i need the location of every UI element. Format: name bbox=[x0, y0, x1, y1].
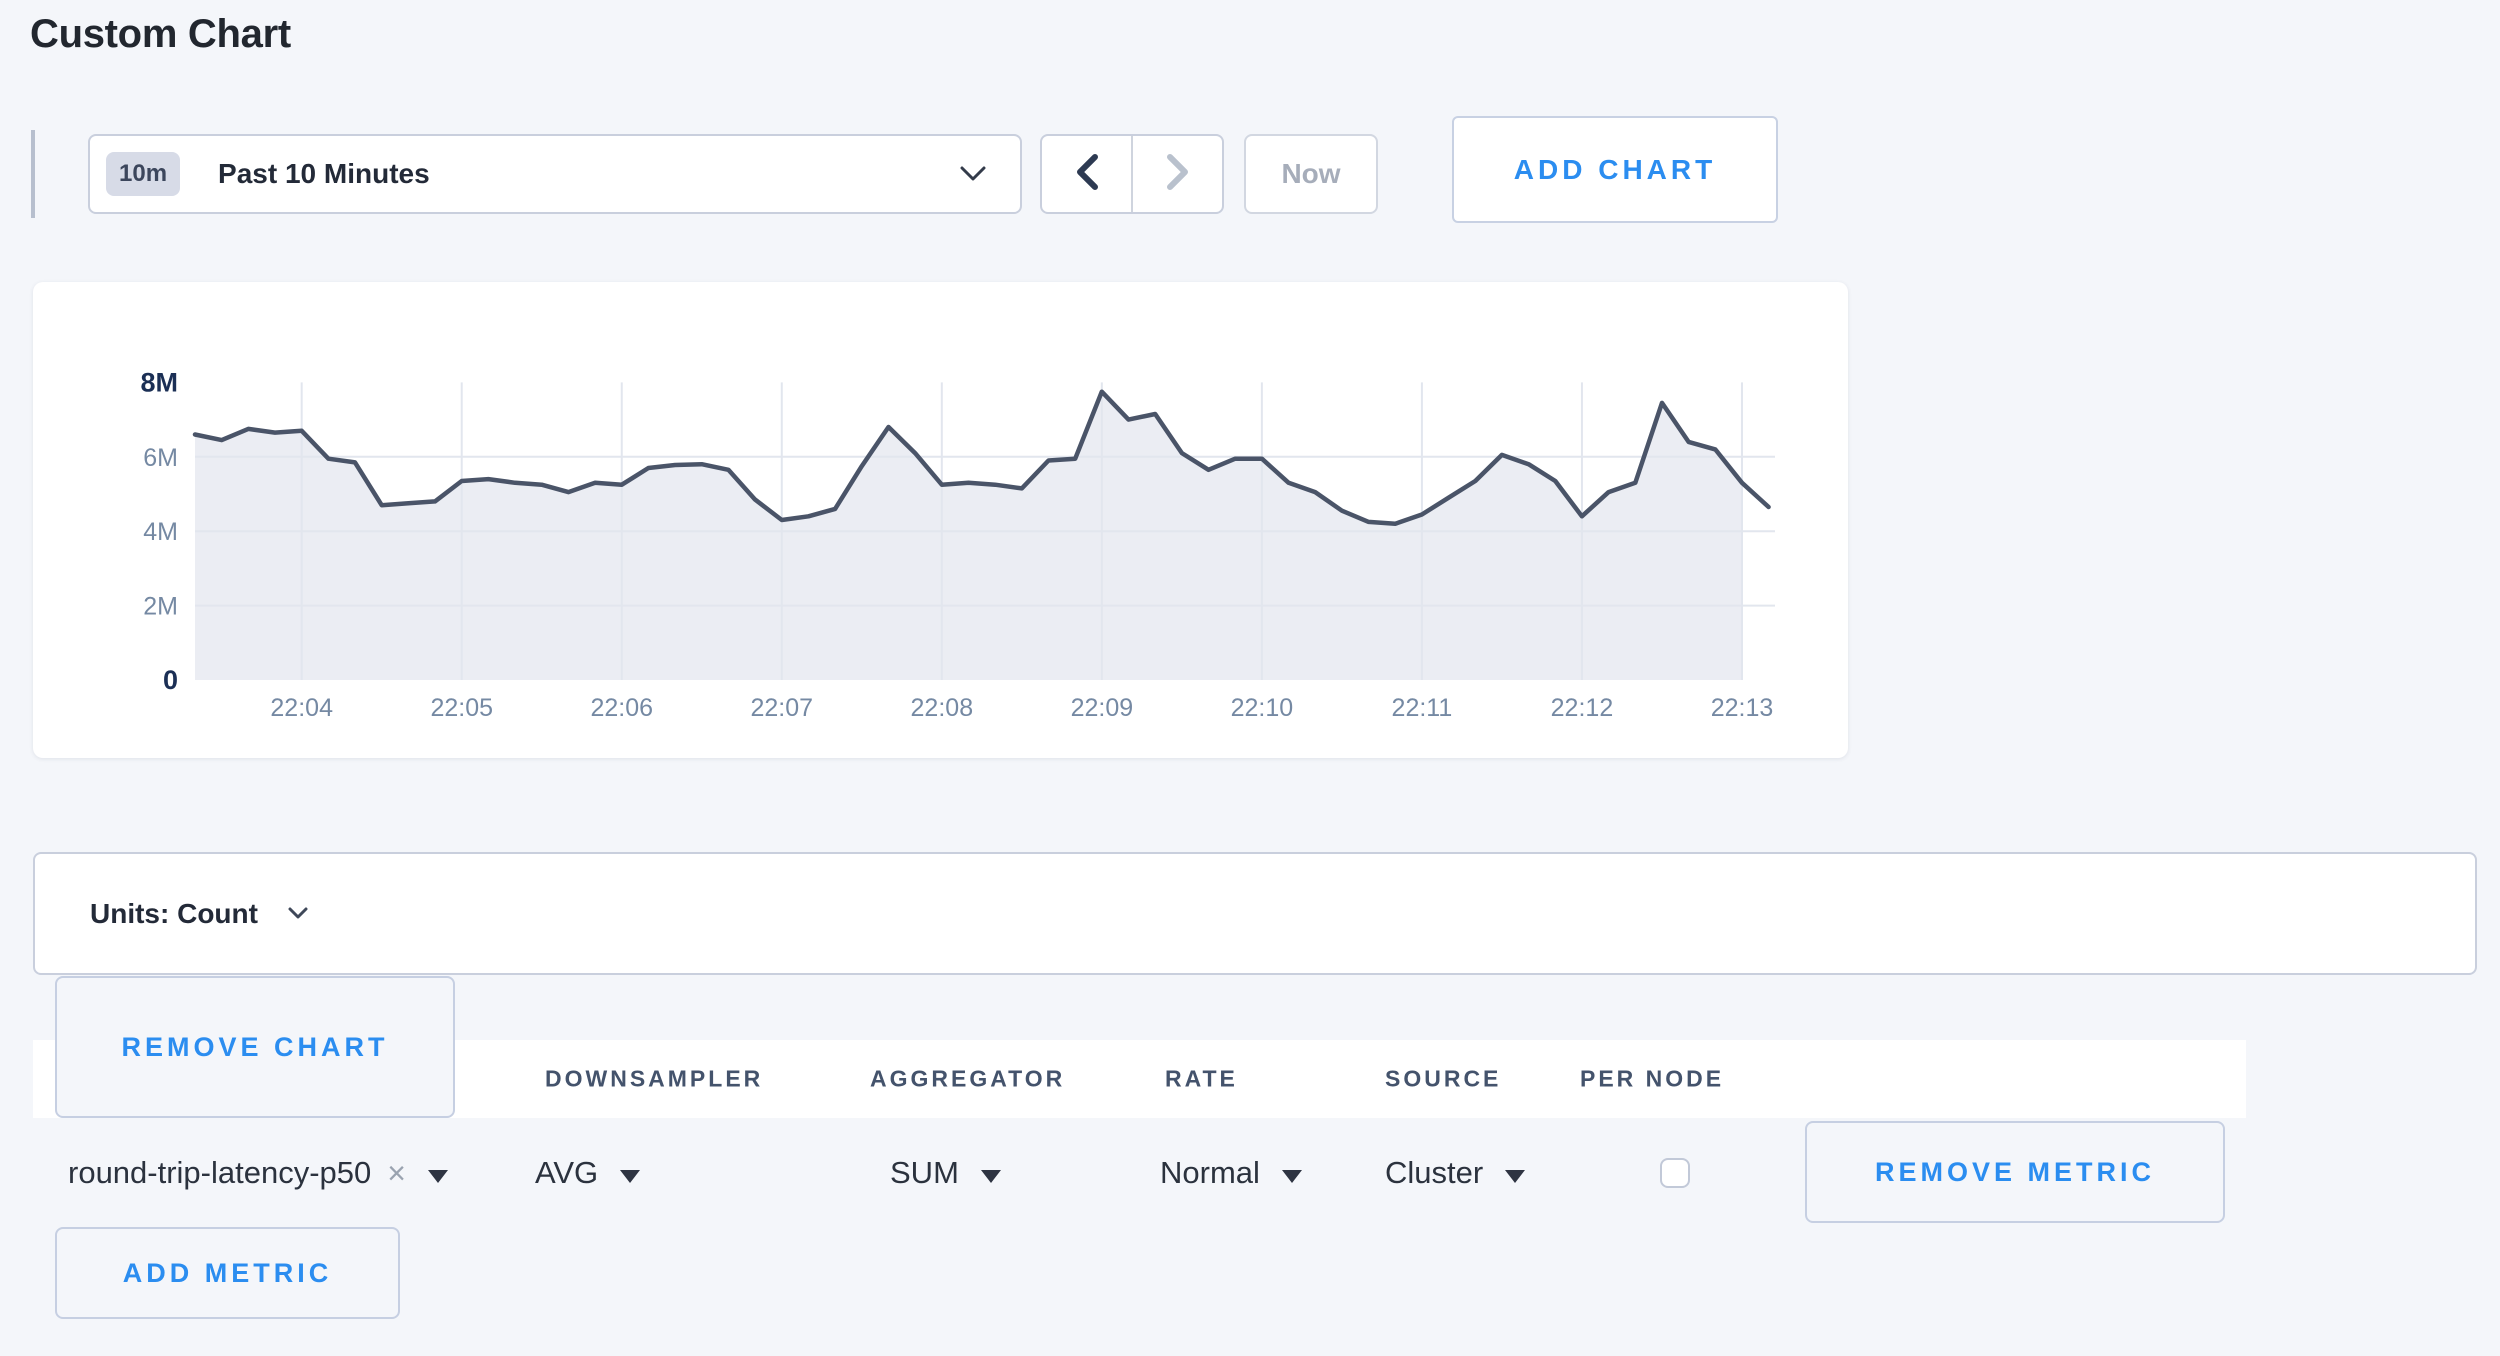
svg-text:4M: 4M bbox=[143, 518, 178, 546]
per-node-checkbox[interactable] bbox=[1660, 1158, 1690, 1188]
svg-text:22:04: 22:04 bbox=[270, 694, 333, 722]
svg-text:22:05: 22:05 bbox=[430, 694, 493, 722]
aggregator-value: SUM bbox=[890, 1155, 959, 1191]
downsampler-select[interactable]: AVG bbox=[535, 1118, 640, 1228]
caret-down-icon bbox=[1282, 1170, 1302, 1183]
chevron-down-icon bbox=[960, 166, 986, 187]
metric-table-row: round-trip-latency-p50 × AVG SUM Normal … bbox=[33, 1118, 2477, 1228]
metric-name-value: round-trip-latency-p50 bbox=[68, 1155, 371, 1191]
source-select[interactable]: Cluster bbox=[1385, 1118, 1525, 1228]
source-value: Cluster bbox=[1385, 1155, 1483, 1191]
units-dropdown[interactable]: Units: Count bbox=[33, 852, 2477, 975]
svg-text:22:12: 22:12 bbox=[1551, 694, 1614, 722]
svg-text:8M: 8M bbox=[140, 367, 178, 397]
caret-down-icon bbox=[620, 1170, 640, 1183]
toolbar-accent-line bbox=[31, 130, 35, 218]
header-source: SOURCE bbox=[1385, 1066, 1501, 1093]
svg-text:22:13: 22:13 bbox=[1711, 694, 1774, 722]
header-per-node: PER NODE bbox=[1580, 1066, 1724, 1093]
svg-text:6M: 6M bbox=[143, 444, 178, 472]
header-downsampler: DOWNSAMPLER bbox=[545, 1066, 763, 1093]
chevron-left-icon bbox=[1075, 154, 1099, 195]
remove-metric-button[interactable]: REMOVE METRIC bbox=[1805, 1121, 2225, 1223]
now-button[interactable]: Now bbox=[1244, 134, 1378, 214]
add-chart-button[interactable]: ADD CHART bbox=[1452, 116, 1778, 223]
rate-select[interactable]: Normal bbox=[1160, 1118, 1302, 1228]
time-range-label: Past 10 Minutes bbox=[218, 158, 430, 190]
svg-text:22:08: 22:08 bbox=[911, 694, 974, 722]
remove-chart-button[interactable]: REMOVE CHART bbox=[55, 976, 455, 1118]
caret-down-icon bbox=[981, 1170, 1001, 1183]
header-aggregator: AGGREGATOR bbox=[870, 1066, 1065, 1093]
rate-value: Normal bbox=[1160, 1155, 1260, 1191]
chevron-down-icon bbox=[288, 907, 308, 925]
chevron-right-icon bbox=[1166, 154, 1190, 195]
time-range-badge: 10m bbox=[106, 152, 180, 196]
metric-name-select[interactable]: round-trip-latency-p50 × bbox=[68, 1118, 448, 1228]
metric-chart-card: 22:04 22:05 22:06 22:07 22:08 22:09 22:10 22:11… bbox=[33, 282, 1848, 758]
svg-text:22:07: 22:07 bbox=[751, 694, 814, 722]
svg-text:0: 0 bbox=[163, 665, 178, 695]
svg-text:22:11: 22:11 bbox=[1392, 694, 1453, 722]
time-nav-group bbox=[1040, 134, 1224, 214]
svg-text:22:06: 22:06 bbox=[590, 694, 653, 722]
next-time-button[interactable] bbox=[1133, 136, 1222, 212]
caret-down-icon bbox=[1505, 1170, 1525, 1183]
units-label: Units: Count bbox=[90, 898, 258, 930]
header-rate: RATE bbox=[1165, 1066, 1238, 1093]
add-metric-button[interactable]: ADD METRIC bbox=[55, 1227, 400, 1319]
svg-text:2M: 2M bbox=[143, 593, 178, 621]
svg-text:22:09: 22:09 bbox=[1071, 694, 1134, 722]
page-title: Custom Chart bbox=[30, 12, 291, 57]
caret-down-icon bbox=[428, 1170, 448, 1183]
downsampler-value: AVG bbox=[535, 1155, 598, 1191]
aggregator-select[interactable]: SUM bbox=[890, 1118, 1001, 1228]
clear-metric-icon[interactable]: × bbox=[387, 1155, 406, 1192]
time-range-dropdown[interactable]: 10m Past 10 Minutes bbox=[88, 134, 1022, 214]
custom-chart-page: Custom Chart 10m Past 10 Minutes Now ADD… bbox=[0, 0, 2500, 1356]
area-chart: 22:04 22:05 22:06 22:07 22:08 22:09 22:10 22:11… bbox=[33, 282, 1848, 758]
prev-time-button[interactable] bbox=[1042, 136, 1133, 212]
svg-text:22:10: 22:10 bbox=[1231, 694, 1294, 722]
